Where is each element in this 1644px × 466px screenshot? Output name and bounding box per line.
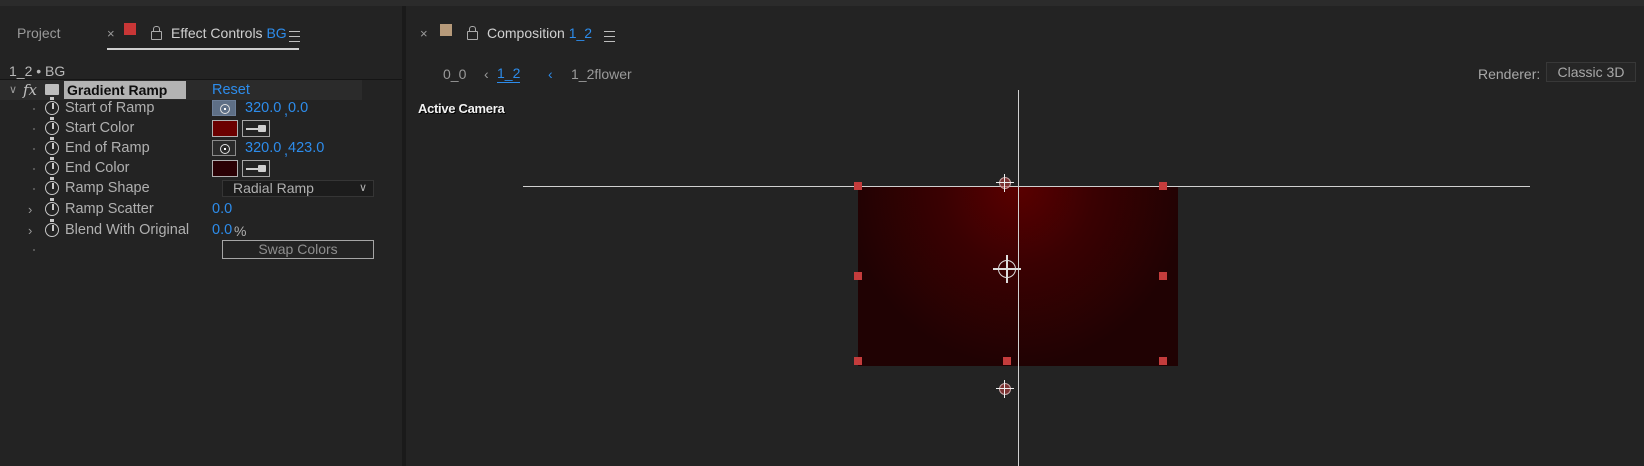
property-label: Ramp Scatter [65,201,154,217]
effect-controls-panel: Project × Effect Controls BG 1_2 • BG ∨ … [0,6,402,466]
close-icon[interactable]: × [420,24,428,44]
nav-comp-1-2[interactable]: 1_2 [497,65,521,83]
nav-comp-0-0[interactable]: 0_0 [443,65,466,83]
tab-effect-controls[interactable]: Effect Controls BG [171,23,287,43]
breadcrumb: 1_2 • BG [9,63,66,79]
property-ramp-scatter: › Ramp Scatter 0.0 [0,198,380,220]
active-tab-underline [107,48,299,50]
point-control-icon[interactable] [212,100,236,116]
nav-comp-1-2flower[interactable]: 1_2flower [571,65,632,83]
property-label: Start Color [65,120,135,136]
layer-handle[interactable] [1159,182,1167,190]
start-ramp-y[interactable]: 0.0 [288,98,308,119]
property-start-of-ramp: Start of Ramp 320.0 , 0.0 [0,97,380,119]
layer-handle[interactable] [1159,357,1167,365]
effect-header-row[interactable]: ∨ fx Gradient Ramp Reset [0,80,362,100]
tab-composition-label: Composition [487,25,565,41]
lock-icon[interactable] [151,26,162,40]
composition-viewer[interactable]: Active Camera [408,90,1644,466]
start-of-ramp-target-icon[interactable] [996,174,1014,192]
panel-menu-icon[interactable] [604,31,615,42]
chevron-down-icon: ∨ [358,182,367,194]
tab-comp-name: 1_2 [568,25,593,41]
ramp-guide-horizontal [523,186,1530,187]
label-color-swatch[interactable] [440,24,452,36]
stopwatch-icon[interactable] [45,157,59,175]
composition-panel: × Composition 1_2 0_0 ‹ 1_2 ‹ 1_2flower … [406,6,1644,466]
ramp-guide-vertical [1018,90,1019,466]
ramp-scatter-value[interactable]: 0.0 [212,199,232,220]
panel-tabs: Project × Effect Controls BG [0,6,402,56]
stopwatch-icon[interactable] [45,117,59,135]
property-ramp-shape: Ramp Shape Radial Ramp ∨ [0,177,380,199]
layer-handle[interactable] [1159,272,1167,280]
expand-chevron-icon[interactable]: › [28,220,32,241]
tab-project[interactable]: Project [17,23,61,43]
layer-handle[interactable] [854,272,862,280]
property-label: End Color [65,160,130,176]
property-label: Ramp Shape [65,180,150,196]
layer-handle[interactable] [854,357,862,365]
ramp-shape-value: Radial Ramp [233,180,314,196]
tab-effect-layer-name: BG [266,25,287,41]
lock-icon[interactable] [467,26,478,40]
property-label: Blend With Original [65,222,190,238]
bullet [33,128,35,130]
stopwatch-icon[interactable] [45,97,59,115]
property-label: Start of Ramp [65,100,155,116]
tab-composition[interactable]: Composition 1_2 [487,23,592,43]
bullet [33,188,35,190]
expand-chevron-icon[interactable]: › [28,199,32,220]
layer-handle[interactable] [854,182,862,190]
property-blend-with-original: › Blend With Original 0.0 % [0,219,380,241]
active-camera-label: Active Camera [418,101,505,116]
property-swap-colors: Swap Colors [0,239,380,260]
panel-menu-icon[interactable] [289,31,300,42]
chevron-left-icon[interactable]: ‹ [548,65,553,83]
anchor-point-icon[interactable] [993,255,1021,283]
composition-tabs: × Composition 1_2 [406,6,1644,56]
effect-badge-icon [45,84,59,95]
eyedropper-icon[interactable] [242,120,270,137]
stopwatch-icon[interactable] [45,137,59,155]
layer-handle[interactable] [1003,357,1011,365]
end-ramp-y[interactable]: 423.0 [288,138,324,159]
bullet [33,168,35,170]
stopwatch-icon[interactable] [45,177,59,195]
bullet [33,249,35,251]
property-end-of-ramp: End of Ramp 320.0 , 423.0 [0,137,380,159]
end-ramp-x[interactable]: 320.0 [245,138,281,159]
swap-colors-button[interactable]: Swap Colors [222,240,374,259]
property-label: End of Ramp [65,140,150,156]
start-color-swatch[interactable] [212,120,238,137]
start-ramp-x[interactable]: 320.0 [245,98,281,119]
effect-name[interactable]: Gradient Ramp [64,81,186,99]
renderer-select[interactable]: Classic 3D [1546,62,1636,82]
stopwatch-icon[interactable] [45,198,59,216]
point-control-icon[interactable] [212,140,236,156]
eyedropper-icon[interactable] [242,160,270,177]
property-end-color: End Color [0,157,380,179]
ramp-shape-dropdown[interactable]: Radial Ramp ∨ [222,180,374,197]
blend-value[interactable]: 0.0 [212,220,232,241]
end-color-swatch[interactable] [212,160,238,177]
renderer-label: Renderer: [1478,66,1541,82]
property-start-color: Start Color [0,117,380,139]
chevron-left-icon[interactable]: ‹ [484,65,489,83]
close-icon[interactable]: × [107,24,115,44]
label-color-swatch[interactable] [124,23,136,35]
bullet [33,108,35,110]
tab-effect-controls-label: Effect Controls [171,25,263,41]
stopwatch-icon[interactable] [45,219,59,237]
composition-navigator: 0_0 ‹ 1_2 ‹ 1_2flower Renderer: Classic … [406,57,1644,91]
bullet [33,148,35,150]
end-of-ramp-target-icon[interactable] [996,380,1014,398]
